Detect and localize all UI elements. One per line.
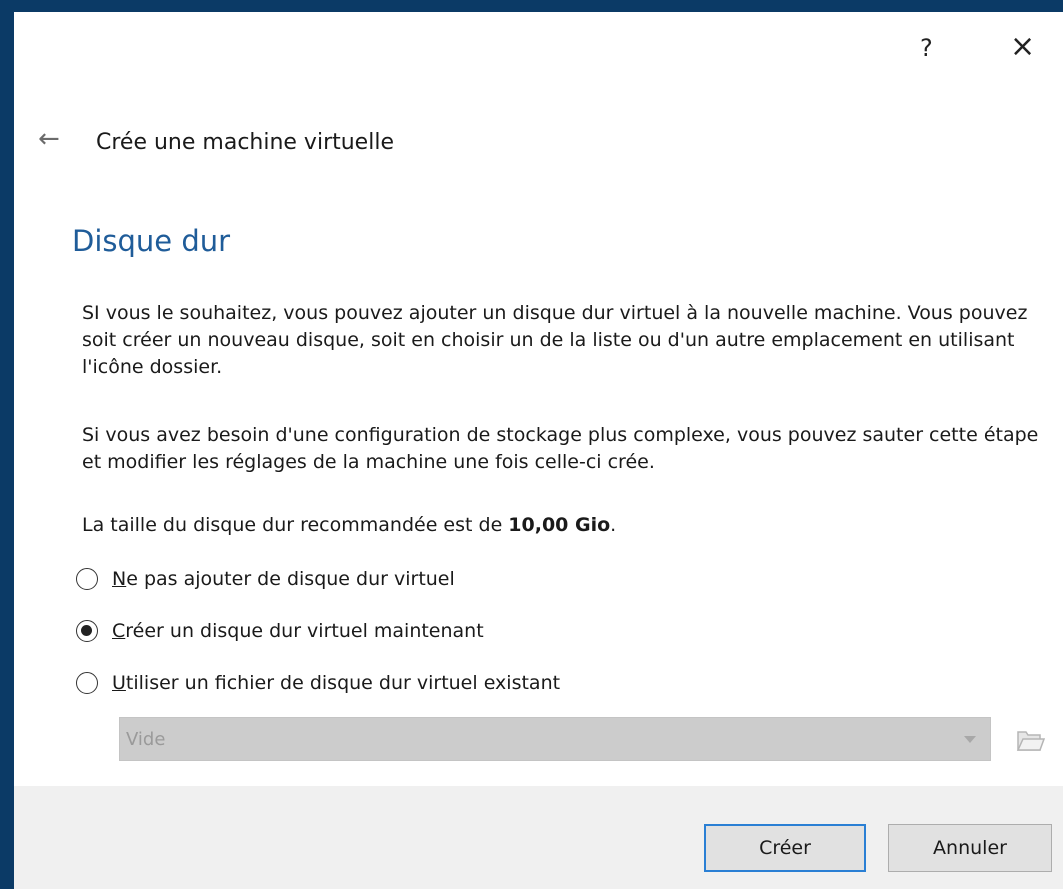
mnemonic-letter: N	[112, 568, 127, 590]
recommended-size-value: 10,00 Gio	[508, 514, 611, 536]
intro-paragraph: SI vous le souhaitez, vous pouvez ajoute…	[82, 302, 1028, 378]
radio-label[interactable]: Créer un disque dur virtuel maintenant	[112, 620, 484, 642]
radio-label[interactable]: Utiliser un fichier de disque dur virtue…	[112, 672, 560, 694]
folder-open-icon[interactable]	[1015, 724, 1046, 754]
wizard-title: Crée une machine virtuelle	[96, 130, 394, 155]
advanced-paragraph: Si vous avez besoin d'une configuration …	[82, 424, 1039, 473]
radio-create-disk[interactable]: Créer un disque dur virtuel maintenant	[76, 616, 484, 646]
dialog-window: ? × ← Crée une machine virtuelle Disque …	[14, 12, 1063, 889]
dialog-footer: Créer Annuler	[14, 786, 1063, 889]
radio-existing-disk[interactable]: Utiliser un fichier de disque dur virtue…	[76, 668, 560, 698]
recommended-prefix: La taille du disque dur recommandée est …	[82, 514, 509, 536]
radio-button[interactable]	[76, 568, 98, 590]
radio-label-text: e pas ajouter de disque dur virtuel	[126, 568, 455, 590]
radio-label[interactable]: Ne pas ajouter de disque dur virtuel	[112, 568, 455, 590]
help-button[interactable]: ?	[920, 36, 933, 60]
create-button[interactable]: Créer	[704, 824, 866, 872]
chevron-down-icon[interactable]	[964, 735, 976, 743]
recommended-suffix: .	[610, 514, 617, 536]
recommended-size-text: La taille du disque dur recommandée est …	[82, 512, 1052, 539]
mnemonic-letter: C	[112, 620, 126, 642]
radio-label-text: réer un disque dur virtuel maintenant	[125, 620, 484, 642]
cancel-button[interactable]: Annuler	[888, 824, 1052, 872]
radio-button-selected[interactable]	[76, 620, 98, 642]
mnemonic-letter: U	[112, 672, 126, 694]
close-button[interactable]: ×	[1010, 32, 1035, 62]
radio-label-text: tiliser un fichier de disque dur virtuel…	[125, 672, 561, 694]
back-arrow-icon[interactable]: ←	[38, 124, 60, 154]
existing-disk-select-value: Vide	[126, 728, 166, 750]
page-heading: Disque dur	[72, 224, 231, 258]
radio-button[interactable]	[76, 672, 98, 694]
radio-no-disk[interactable]: Ne pas ajouter de disque dur virtuel	[76, 564, 455, 594]
existing-disk-select[interactable]: Vide	[119, 717, 991, 761]
